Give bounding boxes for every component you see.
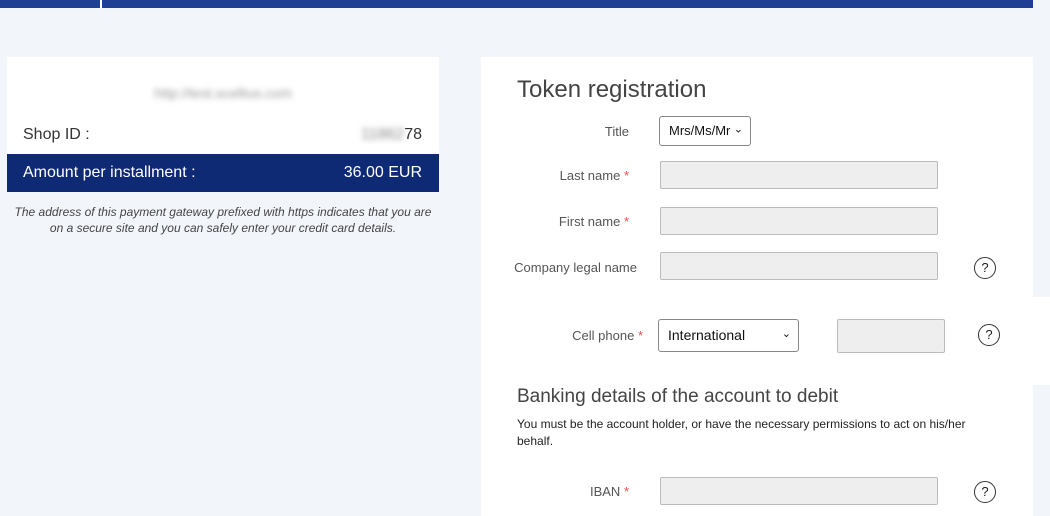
amount-value: 36.00 EUR bbox=[343, 164, 422, 181]
last-name-label: Last name * bbox=[560, 168, 629, 183]
shop-url: http://test.scellius.com bbox=[154, 85, 292, 101]
last-name-input[interactable] bbox=[660, 161, 938, 189]
amount-label: Amount per installment : bbox=[23, 164, 196, 181]
cell-phone-label-text: Cell phone bbox=[572, 328, 635, 343]
shop-id-visible: 78 bbox=[404, 126, 422, 143]
panel-edge-extension bbox=[1033, 297, 1050, 385]
first-name-input[interactable] bbox=[660, 207, 938, 235]
title-select[interactable]: Mrs/Ms/Mr ⌄ bbox=[659, 116, 751, 146]
iban-help-icon[interactable]: ? bbox=[974, 481, 996, 503]
title-label-text: Title bbox=[604, 124, 629, 139]
amount-bar: Amount per installment : 36.00 EUR bbox=[7, 154, 439, 192]
banking-section-title: Banking details of the account to debit bbox=[517, 386, 839, 407]
secure-site-note: The address of this payment gateway pref… bbox=[14, 205, 432, 235]
last-name-label-text: Last name bbox=[559, 168, 621, 183]
required-mark: * bbox=[623, 168, 629, 183]
iban-input[interactable] bbox=[660, 477, 938, 505]
company-name-label-text: Company legal name bbox=[514, 260, 637, 275]
company-name-label: Company legal name bbox=[514, 260, 637, 275]
phone-country-select[interactable]: International ⌄ bbox=[658, 319, 799, 352]
shop-id-value: 1186278 bbox=[361, 126, 422, 144]
topbar bbox=[102, 0, 1033, 8]
title-label: Title bbox=[605, 124, 629, 139]
phone-help-icon[interactable]: ? bbox=[978, 324, 1000, 346]
iban-label-text: IBAN bbox=[589, 484, 621, 499]
iban-label: IBAN * bbox=[590, 484, 629, 499]
banking-section-note: You must be the account holder, or have … bbox=[517, 417, 966, 448]
required-mark: * bbox=[623, 484, 629, 499]
chevron-down-icon: ⌄ bbox=[733, 123, 743, 136]
phone-country-value: International bbox=[668, 327, 746, 343]
topbar-left-block bbox=[0, 0, 100, 8]
company-help-icon[interactable]: ? bbox=[974, 257, 996, 279]
first-name-label-text: First name bbox=[558, 214, 621, 229]
shop-info-panel: http://test.scellius.com Shop ID : 11862… bbox=[7, 57, 439, 192]
required-mark: * bbox=[623, 214, 629, 229]
required-mark: * bbox=[637, 328, 643, 343]
company-name-input[interactable] bbox=[660, 252, 938, 280]
cell-phone-input[interactable] bbox=[837, 319, 945, 353]
first-name-label: First name * bbox=[559, 214, 629, 229]
form-title: Token registration bbox=[517, 76, 707, 103]
shop-id-label: Shop ID : bbox=[23, 126, 90, 143]
shop-id-masked: 11862 bbox=[360, 126, 405, 143]
chevron-down-icon: ⌄ bbox=[781, 327, 791, 340]
token-registration-panel: Token registration Title Mrs/Ms/Mr ⌄ Las… bbox=[481, 57, 1033, 516]
cell-phone-label: Cell phone * bbox=[572, 328, 643, 343]
title-select-value: Mrs/Ms/Mr bbox=[669, 123, 731, 138]
